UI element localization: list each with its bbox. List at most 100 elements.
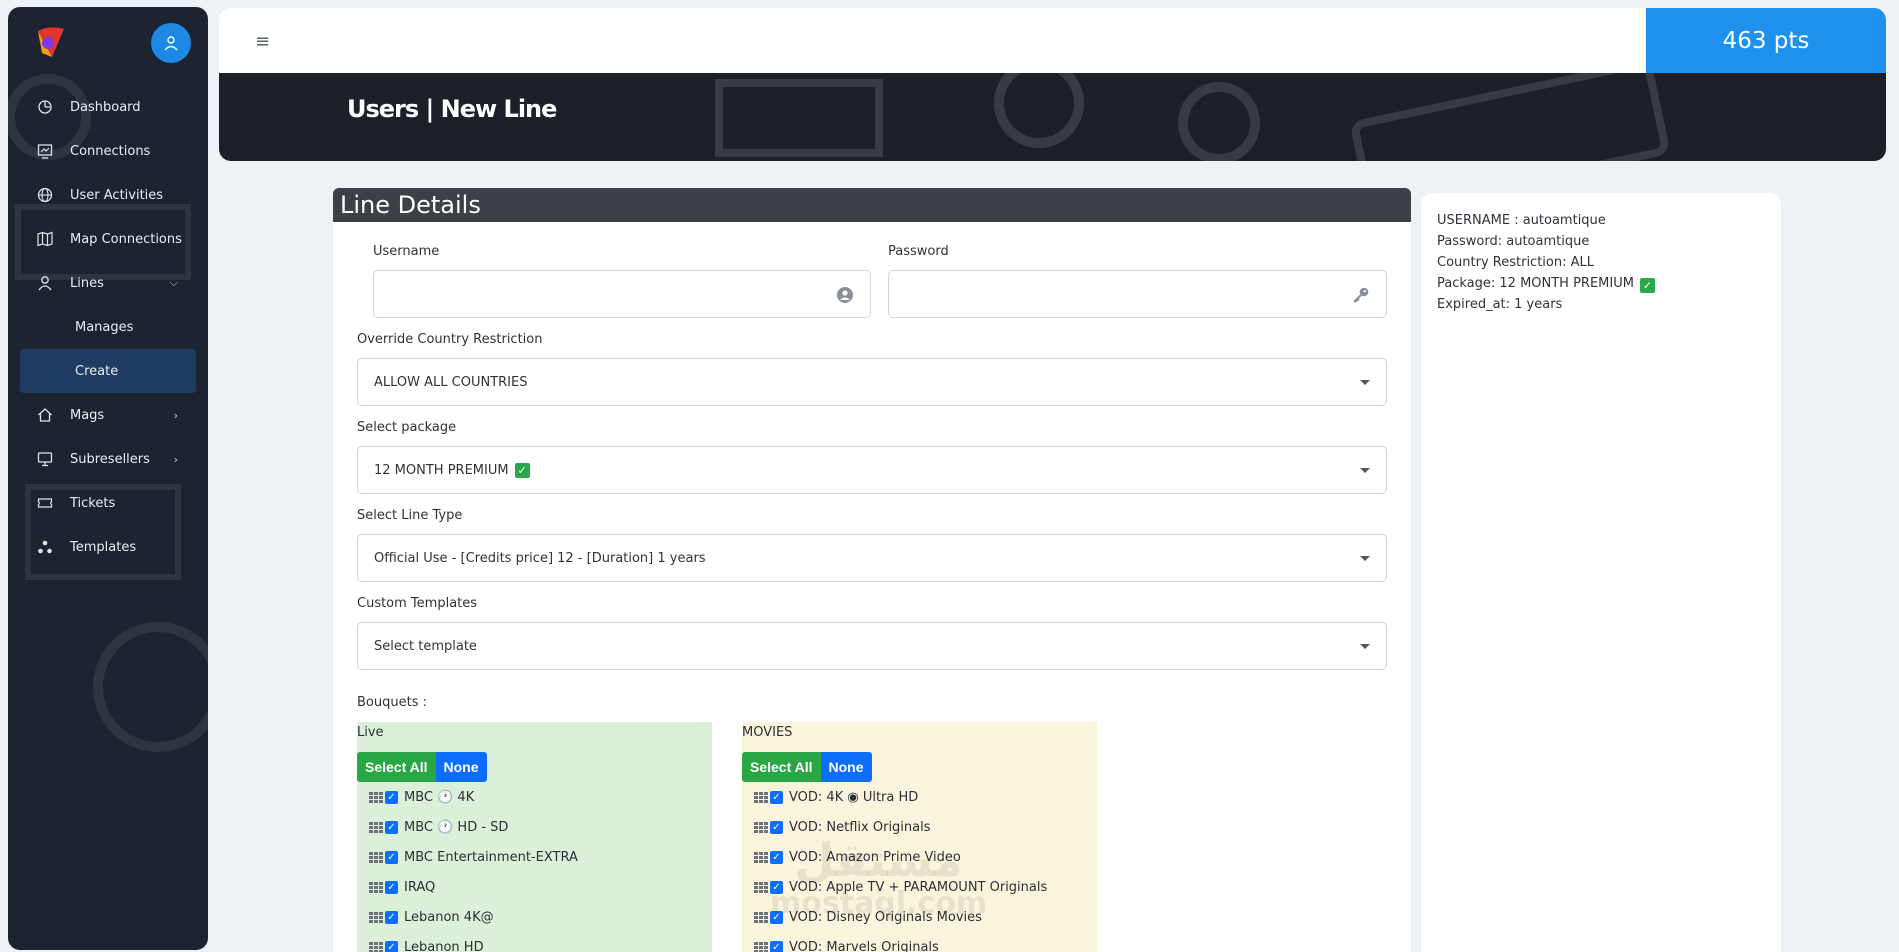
sidebar-item-label: Connections xyxy=(70,143,151,159)
bouquet-checkbox[interactable]: ✓ xyxy=(385,880,398,894)
bouquet-item[interactable]: ✓ MBC Entertainment-EXTRA xyxy=(357,842,712,872)
bouquet-label: MBC 🕐 HD - SD xyxy=(404,819,509,835)
watermark-arabic: مستقل xyxy=(794,833,963,887)
grid-icon xyxy=(369,822,383,833)
sidebar-subitem-label: Create xyxy=(75,363,119,379)
ticket-icon xyxy=(36,494,54,512)
sidebar-item-connections[interactable]: Connections xyxy=(8,129,208,173)
grid-icon xyxy=(754,852,768,863)
templates-icon xyxy=(36,538,54,556)
sidebar: Dashboard Connections User Activities Ma… xyxy=(8,7,208,950)
dropdown-caret-icon xyxy=(1360,556,1370,561)
select-all-button[interactable]: Select All xyxy=(742,752,821,782)
sidebar-item-templates[interactable]: Templates xyxy=(8,525,208,569)
dropdown-caret-icon xyxy=(1360,644,1370,649)
sidebar-item-mags[interactable]: Mags › xyxy=(8,393,208,437)
line-type-select[interactable]: Official Use - [Credits price] 12 - [Dur… xyxy=(357,534,1387,582)
summary-package-text: Package: 12 MONTH PREMIUM xyxy=(1437,276,1634,291)
country-restriction-select[interactable]: ALLOW ALL COUNTRIES xyxy=(357,358,1387,406)
bouquet-checkbox[interactable]: ✓ xyxy=(385,940,398,952)
line-summary-panel: USERNAME : autoamtique Password: autoamt… xyxy=(1421,193,1781,952)
brand-logo[interactable] xyxy=(30,23,70,63)
dropdown-caret-icon xyxy=(1360,380,1370,385)
sidebar-item-map-connections[interactable]: Map Connections xyxy=(8,217,208,261)
select-all-button[interactable]: Select All xyxy=(357,752,436,782)
summary-country: Country Restriction: ALL xyxy=(1437,255,1594,270)
chevron-right-icon: › xyxy=(173,408,178,422)
key-icon xyxy=(1352,286,1370,304)
bouquets-label: Bouquets : xyxy=(357,695,427,710)
grid-icon xyxy=(754,822,768,833)
bouquet-item[interactable]: ✓ VOD: 4K ◉ Ultra HD xyxy=(742,782,1097,812)
bouquet-label: MBC Entertainment-EXTRA xyxy=(404,849,578,865)
user-icon xyxy=(164,36,178,51)
bouquet-label: IRAQ xyxy=(404,879,436,895)
grid-icon xyxy=(369,792,383,803)
user-avatar-button[interactable] xyxy=(151,23,191,63)
bouquet-item[interactable]: ✓ Lebanon 4K@ xyxy=(357,902,712,932)
bouquet-label: Lebanon 4K@ xyxy=(404,909,494,925)
bouquet-checkbox[interactable]: ✓ xyxy=(770,940,783,952)
chevron-down-icon: ⌵ xyxy=(169,276,178,289)
bouquet-checkbox[interactable]: ✓ xyxy=(385,790,398,804)
package-select[interactable]: 12 MONTH PREMIUM ✓ xyxy=(357,446,1387,494)
bouquet-item[interactable]: ✓ MBC 🕐 4K xyxy=(357,782,712,812)
globe-icon xyxy=(36,186,54,204)
username-label: Username xyxy=(373,244,440,259)
watermark: مستقل mostaql.com xyxy=(770,833,988,926)
package-label: Select package xyxy=(357,420,457,435)
bouquet-item[interactable]: ✓ Lebanon HD xyxy=(357,932,712,952)
bouquet-checkbox[interactable]: ✓ xyxy=(770,790,783,804)
sidebar-subitem-manages[interactable]: Manages xyxy=(8,305,208,349)
dropdown-caret-icon xyxy=(1360,468,1370,473)
watermark-latin: mostaql.com xyxy=(770,886,988,921)
map-icon xyxy=(36,230,54,248)
sidebar-subitem-label: Manages xyxy=(75,319,134,335)
bouquet-checkbox[interactable]: ✓ xyxy=(385,820,398,834)
grid-icon xyxy=(754,942,768,952)
summary-password: Password: autoamtique xyxy=(1437,234,1590,249)
bouquet-checkbox[interactable]: ✓ xyxy=(770,820,783,834)
password-field[interactable] xyxy=(888,270,1387,318)
top-bar: ≡ 463 pts xyxy=(219,8,1886,73)
select-none-button[interactable]: None xyxy=(435,752,487,782)
grid-icon xyxy=(369,882,383,893)
page-title: Users | New Line xyxy=(347,95,557,123)
user-circle-icon xyxy=(836,286,854,304)
bouquet-label: Lebanon HD xyxy=(404,939,484,952)
grid-icon xyxy=(754,882,768,893)
bouquet-checkbox[interactable]: ✓ xyxy=(385,850,398,864)
sidebar-item-user-activities[interactable]: User Activities xyxy=(8,173,208,217)
menu-toggle-icon[interactable]: ≡ xyxy=(255,31,270,52)
bouquet-label: MBC 🕐 4K xyxy=(404,789,475,805)
bouquet-item[interactable]: ✓ MBC 🕐 HD - SD xyxy=(357,812,712,842)
bouquet-item[interactable]: ✓ VOD: Marvels Originals xyxy=(742,932,1097,952)
sidebar-item-label: Subresellers xyxy=(70,451,150,467)
custom-templates-label: Custom Templates xyxy=(357,596,478,611)
sidebar-item-label: Map Connections xyxy=(70,231,182,247)
bouquet-checkbox[interactable]: ✓ xyxy=(385,910,398,924)
sidebar-item-lines[interactable]: Lines ⌵ xyxy=(8,261,208,305)
grid-icon xyxy=(369,912,383,923)
sidebar-item-label: User Activities xyxy=(70,187,164,203)
grid-icon xyxy=(754,912,768,923)
grid-icon xyxy=(369,852,383,863)
sidebar-item-subresellers[interactable]: Subresellers › xyxy=(8,437,208,481)
points-balance: 463 pts xyxy=(1646,8,1886,73)
page-banner: Users | New Line xyxy=(219,73,1886,161)
sidebar-item-dashboard[interactable]: Dashboard xyxy=(8,85,208,129)
username-field[interactable] xyxy=(373,270,871,318)
bouquet-item[interactable]: ✓ IRAQ xyxy=(357,872,712,902)
sidebar-subitem-create[interactable]: Create xyxy=(20,349,196,393)
country-restriction-label: Override Country Restriction xyxy=(357,332,543,347)
sidebar-item-label: Lines xyxy=(70,275,104,291)
select-none-button[interactable]: None xyxy=(820,752,872,782)
sidebar-item-label: Tickets xyxy=(70,495,116,511)
home-icon xyxy=(36,406,54,424)
line-type-label: Select Line Type xyxy=(357,508,463,523)
sidebar-item-label: Mags xyxy=(70,407,105,423)
user-icon xyxy=(36,274,54,292)
bouquet-group-title: MOVIES xyxy=(742,725,793,740)
sidebar-item-tickets[interactable]: Tickets xyxy=(8,481,208,525)
custom-templates-select[interactable]: Select template xyxy=(357,622,1387,670)
